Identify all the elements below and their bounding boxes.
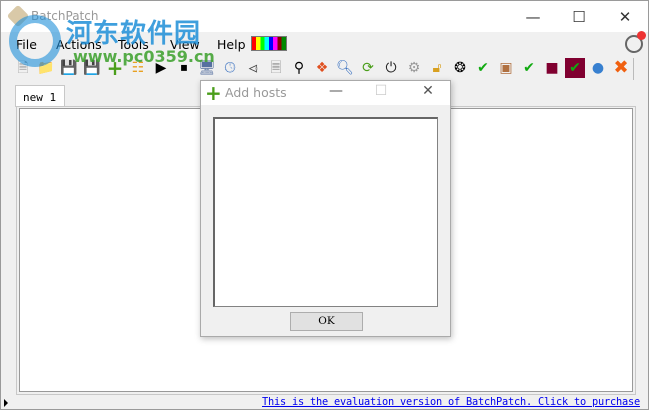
dialog-minimize-button[interactable]: —: [321, 83, 351, 103]
clock-icon[interactable]: 🕓︎: [220, 58, 240, 78]
globe-icon[interactable]: ●: [588, 58, 608, 78]
terminal-check-icon[interactable]: ✔: [565, 58, 585, 78]
gear-icon[interactable]: ⚙: [404, 58, 424, 78]
add-hosts-icon: +: [205, 81, 222, 105]
disk-icon[interactable]: ⏿: [243, 58, 263, 78]
evaluation-link[interactable]: This is the evaluation version of BatchP…: [262, 396, 640, 408]
watermark-logo: [9, 15, 61, 67]
refresh-icon[interactable]: ⟳: [358, 58, 378, 78]
timer-icon[interactable]: [625, 31, 646, 53]
dialog-title: Add hosts: [225, 85, 287, 100]
hosts-input[interactable]: [213, 117, 438, 307]
unlock-icon[interactable]: 🔓︎: [427, 58, 447, 78]
power-icon[interactable]: ⏻: [381, 58, 401, 78]
package-icon[interactable]: ▣: [496, 58, 516, 78]
map-pin-icon[interactable]: ⚲: [289, 58, 309, 78]
close-button[interactable]: ✕: [602, 1, 648, 32]
dialog-title-bar: + Add hosts — ☐ ✕: [201, 81, 450, 105]
dialog-maximize-button: ☐: [374, 83, 388, 99]
minimize-button[interactable]: —: [510, 1, 556, 32]
search-icon[interactable]: 🔍︎: [335, 58, 355, 78]
add-hosts-dialog: + Add hosts — ☐ ✕ OK: [200, 80, 451, 337]
watermark-url: www.pc0359.cn: [73, 47, 215, 66]
ok-button[interactable]: OK: [290, 312, 363, 331]
remove-icon[interactable]: ✖: [611, 58, 631, 78]
wheel-check-icon[interactable]: ✔: [473, 58, 493, 78]
tab-new-1[interactable]: new 1: [15, 85, 65, 107]
deploy-icon[interactable]: ❖: [312, 58, 332, 78]
maximize-button[interactable]: ☐: [556, 1, 602, 32]
toolbar-separator: [633, 58, 634, 80]
package-check-icon[interactable]: ✔: [519, 58, 539, 78]
watermark-name: 河东软件园: [66, 19, 202, 49]
settings-document-icon[interactable]: 🗏: [266, 58, 286, 78]
dialog-close-button[interactable]: ✕: [413, 83, 443, 103]
expand-arrow-icon[interactable]: [4, 399, 8, 407]
menu-help[interactable]: Help: [217, 37, 246, 52]
color-palette-icon[interactable]: [251, 36, 287, 51]
wheel-icon[interactable]: ❂: [450, 58, 470, 78]
terminal-icon[interactable]: ■: [542, 58, 562, 78]
